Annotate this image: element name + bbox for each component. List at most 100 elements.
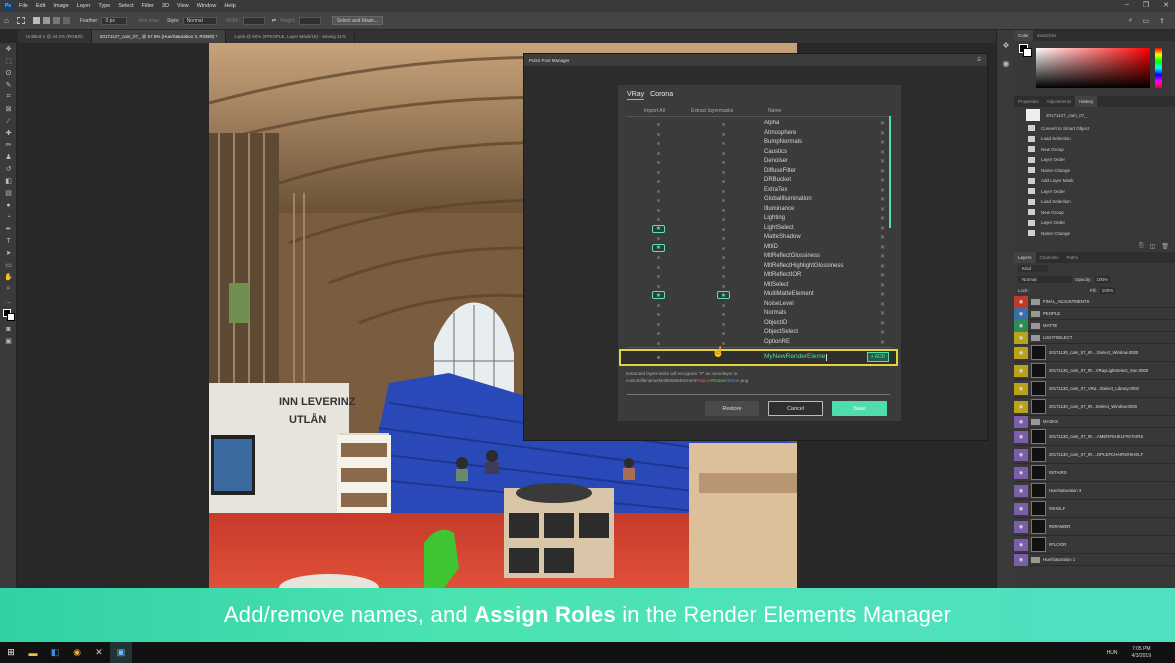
import-toggle[interactable]	[657, 284, 660, 288]
menu-help[interactable]: Help	[224, 3, 235, 9]
import-toggle[interactable]	[657, 313, 660, 316]
more-tools-icon[interactable]: …	[0, 295, 17, 307]
remove-element-icon[interactable]: ✕	[880, 158, 885, 165]
extract-toggle[interactable]	[722, 284, 725, 288]
file-explorer-icon[interactable]: ▬	[22, 642, 44, 663]
store-icon[interactable]: ◧	[44, 642, 66, 663]
windows-start-icon[interactable]: ⊞	[0, 642, 22, 663]
minimize-icon[interactable]: –	[1125, 1, 1129, 9]
visibility-eye-icon[interactable]: ◉	[1014, 415, 1028, 428]
marquee-tool-icon[interactable]: ⬚	[0, 55, 17, 67]
remove-element-icon[interactable]: ✕	[880, 139, 885, 146]
extract-toggle[interactable]	[722, 237, 725, 240]
layer-row[interactable]: ◉ MASKS	[1014, 415, 1175, 428]
tray-clock[interactable]: 7:05 PM 4/3/2019	[1132, 646, 1151, 660]
blend-mode-select[interactable]: Normal	[1018, 276, 1072, 283]
layer-row[interactable]: ◉ #DRAWER	[1014, 518, 1175, 536]
visibility-eye-icon[interactable]: ◉	[1014, 484, 1028, 497]
healing-tool-icon[interactable]: ✚	[0, 127, 17, 139]
visibility-eye-icon[interactable]: ◉	[1014, 538, 1028, 551]
history-item[interactable]: Name Change	[1014, 165, 1175, 176]
eraser-tool-icon[interactable]: ◧	[0, 175, 17, 187]
import-toggle[interactable]	[657, 275, 660, 278]
blur-tool-icon[interactable]: ●	[0, 199, 17, 211]
workspace-icon[interactable]: ▭	[1143, 17, 1150, 25]
import-toggle[interactable]	[657, 189, 660, 193]
extract-toggle[interactable]	[722, 256, 725, 259]
import-toggle-star-icon[interactable]: ★	[652, 224, 665, 233]
visibility-eye-icon[interactable]: ◉	[1014, 331, 1028, 344]
chrome-icon[interactable]: ◉	[66, 642, 88, 663]
layer-row[interactable]: ◉ 20171130_cam_07_VRa...tSelect_Library.0…	[1014, 380, 1175, 398]
selection-mode-icon[interactable]	[62, 17, 70, 24]
quick-mask-icon[interactable]: ◙	[0, 323, 17, 335]
import-toggle[interactable]	[657, 170, 660, 174]
extract-toggle[interactable]	[722, 180, 725, 183]
stamp-tool-icon[interactable]: ♟	[0, 151, 17, 163]
import-toggle[interactable]	[657, 218, 660, 221]
fill-input[interactable]: 100%	[1099, 287, 1116, 294]
extract-toggle[interactable]	[722, 303, 725, 307]
tab-properties[interactable]: Properties	[1014, 99, 1043, 104]
history-item[interactable]: Load Selection	[1014, 134, 1175, 145]
pen-tool-icon[interactable]: ✒	[0, 223, 17, 235]
extract-toggle[interactable]	[722, 170, 725, 174]
width-input[interactable]	[242, 16, 265, 25]
plugin-menu-icon[interactable]: ☰	[977, 57, 981, 63]
selection-mode-icon[interactable]	[32, 17, 40, 24]
layer-row[interactable]: ◉ LIGHTSELECT	[1014, 331, 1175, 344]
remove-element-icon[interactable]: ✕	[880, 120, 885, 127]
history-item[interactable]: Layer Order	[1014, 218, 1175, 229]
import-toggle[interactable]	[657, 341, 660, 345]
visibility-eye-icon[interactable]: ◉	[1014, 502, 1028, 515]
column-import-all[interactable]: Import All	[644, 108, 665, 114]
brush-tool-icon[interactable]: ✏	[0, 139, 17, 151]
menu-select[interactable]: Select	[118, 3, 133, 9]
extract-toggle[interactable]	[722, 313, 725, 316]
extract-toggle[interactable]	[722, 208, 725, 212]
selection-mode-icon[interactable]	[42, 17, 50, 24]
color-panel-icon[interactable]: ❖	[997, 36, 1015, 54]
color-swatches[interactable]	[0, 307, 16, 323]
type-tool-icon[interactable]: T	[0, 235, 17, 247]
history-item[interactable]: New Group	[1014, 144, 1175, 155]
new-snapshot-icon[interactable]: ⎘	[1139, 243, 1144, 250]
remove-element-icon[interactable]: ✕	[880, 263, 885, 270]
history-item[interactable]: Name Change	[1014, 228, 1175, 239]
extract-toggle[interactable]	[722, 322, 725, 326]
visibility-eye-icon[interactable]: ◉	[1014, 319, 1028, 332]
history-item[interactable]: Convert to Smart Object	[1014, 123, 1175, 134]
menu-filter[interactable]: Filter	[142, 3, 154, 9]
tab-channels[interactable]: Channels	[1036, 255, 1063, 260]
extract-toggle[interactable]	[722, 142, 725, 145]
remove-element-icon[interactable]: ✕	[880, 149, 885, 156]
import-toggle[interactable]	[657, 123, 660, 126]
select-and-mask-button[interactable]: Select and Mask...	[331, 16, 383, 25]
feather-input[interactable]: 0 px	[101, 16, 128, 25]
remove-element-icon[interactable]: ✕	[880, 329, 885, 336]
dodge-tool-icon[interactable]: ◔	[0, 211, 17, 223]
layer-row[interactable]: ◉ 20171130_cam_07_IR...VRayLightSelect_Su…	[1014, 362, 1175, 380]
import-toggle[interactable]	[657, 151, 660, 155]
move-tool-icon[interactable]: ✥	[0, 43, 17, 55]
layer-row[interactable]: ◉ #STAIRS	[1014, 464, 1175, 482]
history-snapshot[interactable]: 20171127_cam_07_	[1014, 107, 1175, 123]
search-icon[interactable]: ⌕	[1129, 17, 1133, 25]
menu-image[interactable]: Image	[53, 3, 68, 9]
crop-tool-icon[interactable]: ⌗	[0, 91, 17, 103]
layer-row[interactable]: ◉ 20171130_cam_07_IR....tSelect_Window.00…	[1014, 344, 1175, 362]
history-brush-icon[interactable]: ↺	[0, 163, 17, 175]
layer-row[interactable]: ◉ #SHELF	[1014, 500, 1175, 518]
import-toggle[interactable]	[657, 180, 660, 183]
remove-element-icon[interactable]: ✕	[880, 253, 885, 260]
visibility-eye-icon[interactable]: ◉	[1014, 307, 1028, 320]
tab-paths[interactable]: Paths	[1063, 255, 1083, 260]
eyedropper-tool-icon[interactable]: ⁄	[0, 115, 17, 127]
quick-select-tool-icon[interactable]: ✎	[0, 79, 17, 91]
menu-3d[interactable]: 3D	[162, 3, 169, 9]
layer-row[interactable]: ◉ 20171130_cam_07_IR....AMER#SHELF#STAIRS	[1014, 428, 1175, 446]
visibility-eye-icon[interactable]: ◉	[1014, 430, 1028, 443]
layer-row[interactable]: ◉ Hue/Saturation 3	[1014, 482, 1175, 500]
photoshop-taskbar-icon[interactable]: ▣	[110, 642, 132, 663]
camera-icon[interactable]: ◫	[1150, 243, 1156, 250]
